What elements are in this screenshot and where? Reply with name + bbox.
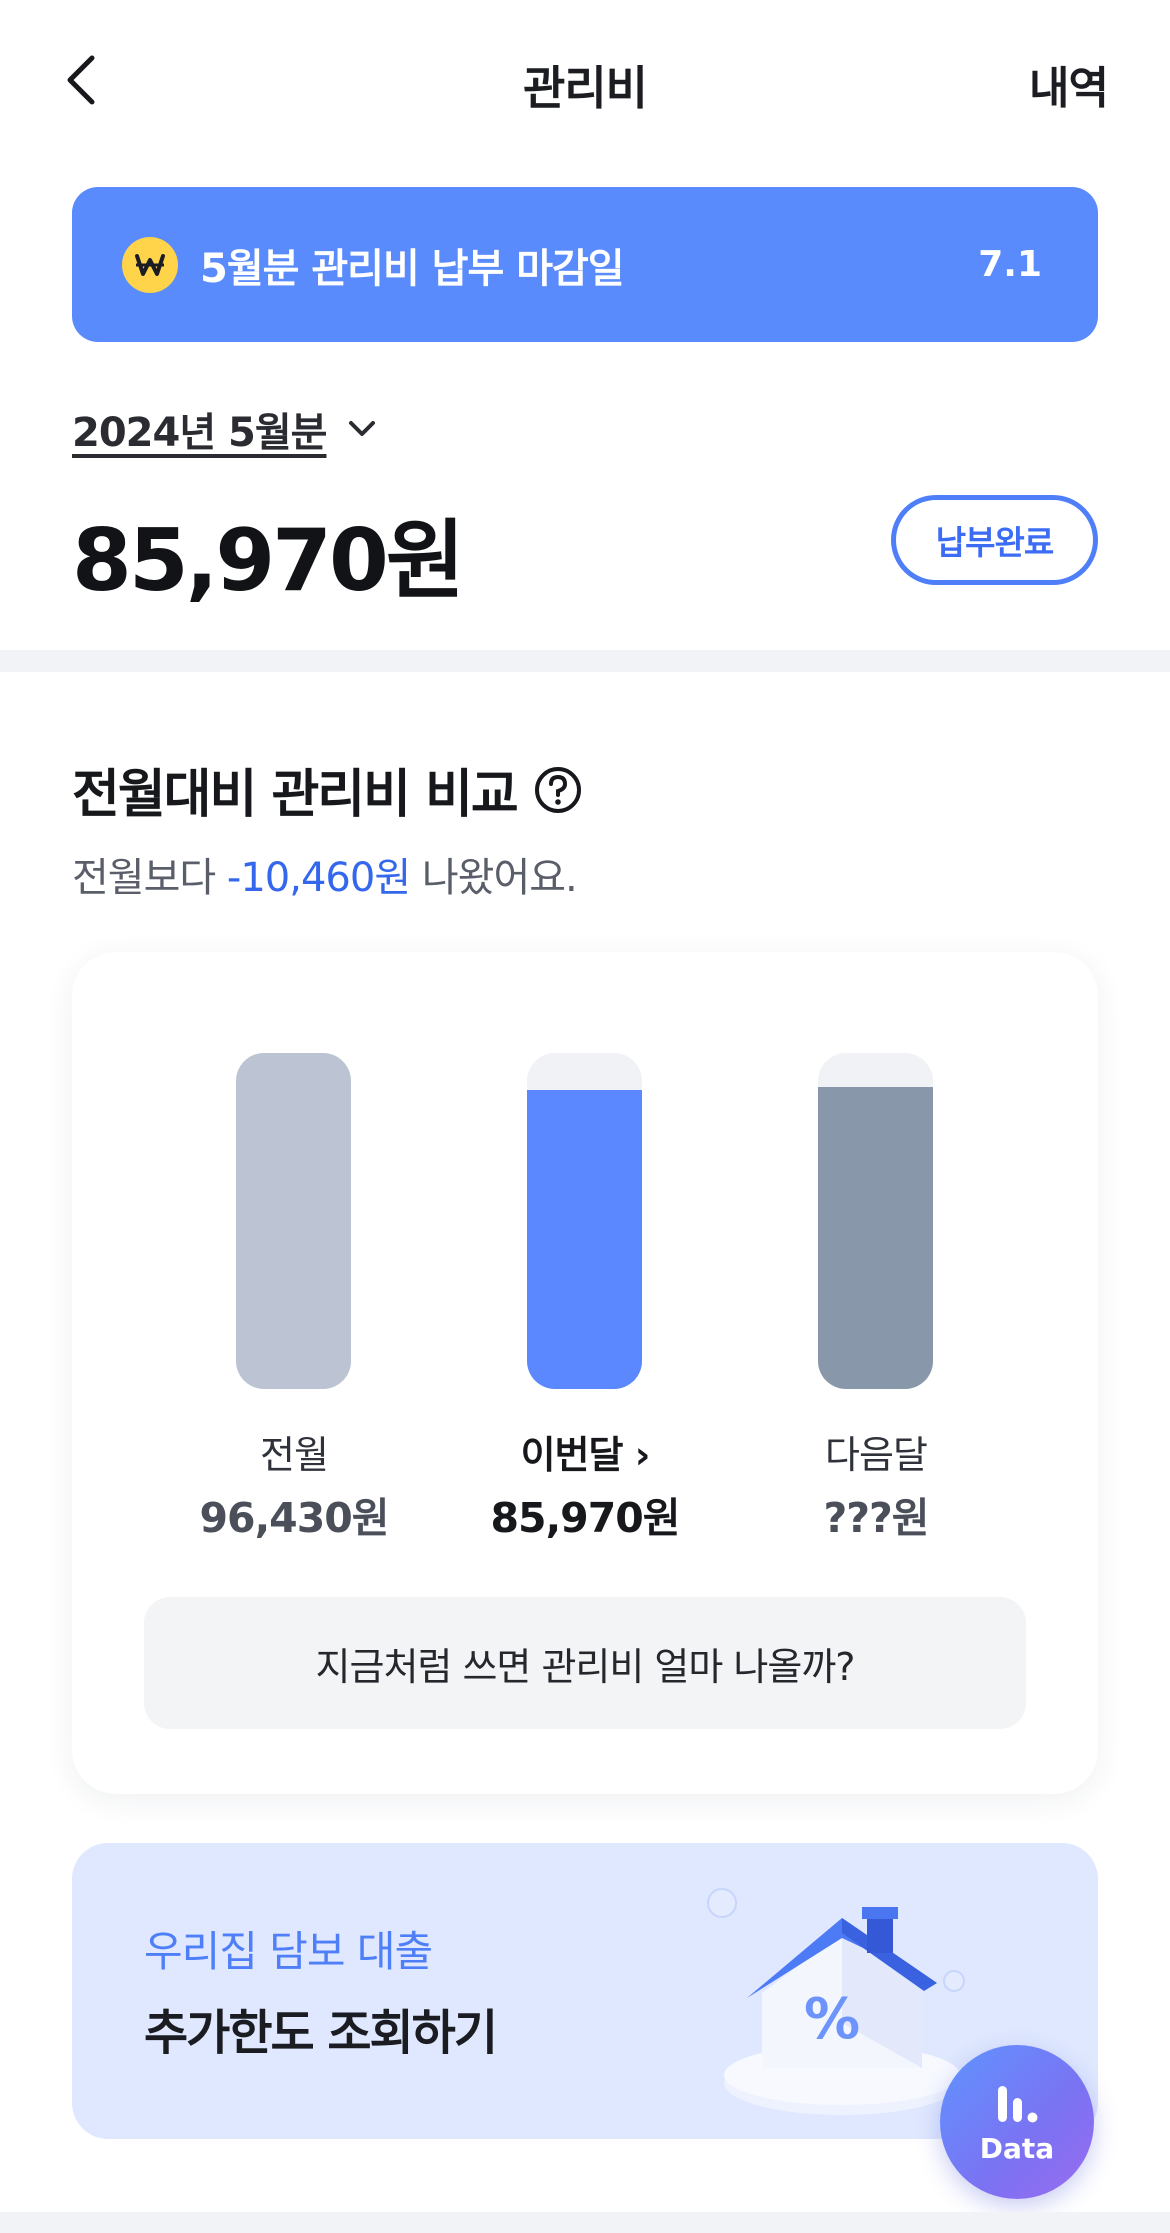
period-selector[interactable]: 2024년 5월분 xyxy=(72,400,377,458)
history-link[interactable]: 내역 xyxy=(1029,52,1109,116)
bar-next-month xyxy=(818,1053,933,1389)
won-coin-icon xyxy=(122,236,178,293)
bar-label-previous: 전월 xyxy=(260,1433,329,1477)
subtitle-prefix: 전월보다 xyxy=(72,855,216,901)
bar-fill-previous xyxy=(236,1053,351,1389)
bar-value-next: ???원 xyxy=(823,1494,929,1542)
payment-status-badge: 납부완료 xyxy=(891,495,1098,585)
chevron-right-icon: › xyxy=(634,1433,651,1477)
data-fab-button[interactable]: Data xyxy=(940,2045,1094,2199)
bottom-divider xyxy=(0,2212,1170,2233)
difference-amount: -10,460원 xyxy=(226,855,411,901)
bar-value-previous: 96,430원 xyxy=(199,1494,390,1542)
bar-previous-month xyxy=(236,1053,351,1389)
comparison-heading: 전월대비 관리비 비교 xyxy=(72,752,583,827)
bar-label-current-text: 이번달 xyxy=(520,1433,624,1477)
bar-fill-current xyxy=(527,1089,642,1389)
promo-title: 추가한도 조회하기 xyxy=(144,2005,498,2061)
section-divider xyxy=(0,650,1170,672)
subtitle-suffix: 나왔어요. xyxy=(421,855,578,901)
comparison-chart-card: 전월 이번달 › 다음달 96,430원 85,970원 ???원 지금처럼 쓰… xyxy=(72,952,1098,1794)
predict-fee-button[interactable]: 지금처럼 쓰면 관리비 얼마 나올까? xyxy=(144,1597,1026,1729)
bar-fill-next xyxy=(818,1086,933,1389)
bar-this-month[interactable] xyxy=(527,1053,642,1389)
house-percent-icon: % xyxy=(707,1888,965,2115)
deadline-date: 7.1 xyxy=(978,244,1042,285)
bar-label-current[interactable]: 이번달 › xyxy=(455,1424,715,1479)
bar-chart-icon xyxy=(998,2085,1038,2122)
comparison-subtitle: 전월보다 -10,460원 나왔어요. xyxy=(72,845,578,903)
comparison-title: 전월대비 관리비 비교 xyxy=(72,765,519,825)
data-fab-label: Data xyxy=(979,2131,1055,2165)
payment-deadline-banner[interactable]: 5월분 관리비 납부 마감일 7.1 xyxy=(72,187,1098,342)
help-icon[interactable] xyxy=(533,765,583,815)
bill-amount: 85,970원 xyxy=(72,511,465,611)
promo-subtitle: 우리집 담보 대출 xyxy=(144,1927,433,1976)
period-label: 2024년 5월분 xyxy=(72,410,327,456)
bar-value-current: 85,970원 xyxy=(490,1494,681,1542)
top-bar: 관리비 내역 xyxy=(0,0,1170,165)
chevron-down-icon xyxy=(348,421,375,436)
svg-text:%: % xyxy=(804,1987,860,2052)
deadline-text: 5월분 관리비 납부 마감일 xyxy=(200,245,625,292)
bar-label-next: 다음달 xyxy=(825,1433,928,1477)
page-title: 관리비 xyxy=(523,61,648,115)
